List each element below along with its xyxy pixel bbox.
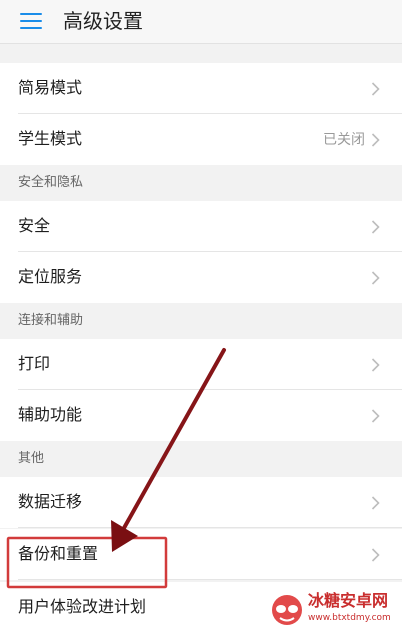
row-label: 用户体验改进计划 — [18, 597, 147, 616]
chevron-right-icon — [371, 133, 380, 147]
settings-row-simple-mode[interactable]: 简易模式 — [0, 63, 402, 114]
chevron-right-icon — [371, 548, 380, 562]
row-label: 简易模式 — [18, 78, 83, 97]
row-label: 辅助功能 — [18, 405, 83, 424]
row-label: 打印 — [18, 354, 51, 373]
section-header-other: 其他 — [0, 441, 402, 477]
title-bar: 高级设置 — [0, 0, 402, 44]
section-header-connect-assist: 连接和辅助 — [0, 303, 402, 339]
watermark-icon — [272, 595, 302, 625]
row-label: 数据迁移 — [18, 492, 83, 511]
settings-row-backup-reset[interactable]: 备份和重置 — [0, 529, 402, 580]
section-header-security-privacy: 安全和隐私 — [0, 165, 402, 201]
section-label: 安全和隐私 — [18, 175, 84, 190]
section-label: 连接和辅助 — [18, 313, 84, 328]
advanced-settings-screen: 高级设置 简易模式 学生模式 已关闭 安全和隐私 安全 定位服务 连接和辅助 打… — [0, 0, 402, 633]
settings-row-print[interactable]: 打印 — [0, 339, 402, 390]
watermark-url: www.btxtdmy.com — [308, 613, 391, 623]
watermark-logo: 冰糖安卓网 www.btxtdmy.com — [270, 589, 398, 631]
chevron-right-icon — [371, 496, 380, 510]
hamburger-menu-icon[interactable] — [20, 13, 42, 29]
chevron-right-icon — [371, 220, 380, 234]
settings-row-accessibility[interactable]: 辅助功能 — [0, 390, 402, 441]
settings-row-student-mode[interactable]: 学生模式 已关闭 — [0, 114, 402, 165]
row-label: 学生模式 — [18, 129, 83, 148]
header-gap — [0, 44, 402, 63]
chevron-right-icon — [371, 82, 380, 96]
settings-row-data-migration[interactable]: 数据迁移 — [0, 477, 402, 528]
section-label: 其他 — [18, 451, 45, 466]
chevron-right-icon — [371, 271, 380, 285]
row-status-value: 已关闭 — [323, 132, 365, 148]
row-label: 定位服务 — [18, 267, 83, 286]
chevron-right-icon — [371, 409, 380, 423]
chevron-right-icon — [371, 358, 380, 372]
row-label: 安全 — [18, 216, 51, 235]
settings-row-security[interactable]: 安全 — [0, 201, 402, 252]
row-label: 备份和重置 — [18, 544, 99, 563]
watermark-text: 冰糖安卓网 — [308, 591, 389, 610]
settings-row-location[interactable]: 定位服务 — [0, 252, 402, 303]
page-title: 高级设置 — [63, 9, 143, 33]
